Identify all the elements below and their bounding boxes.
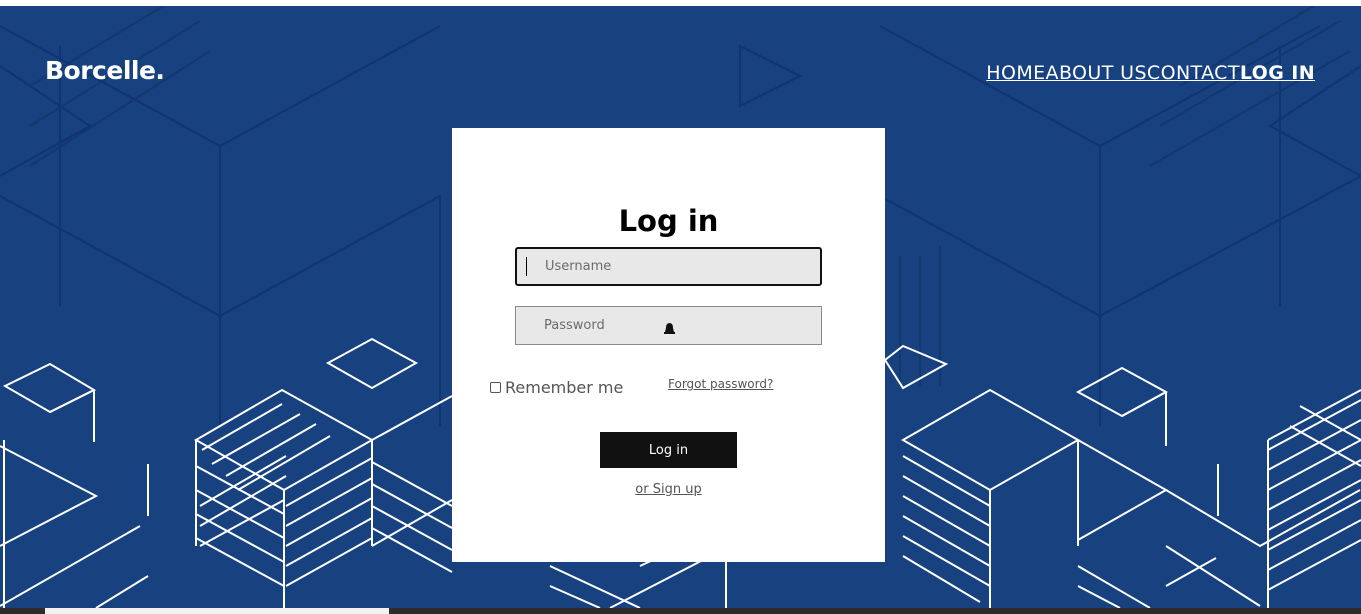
login-card: Log in Remember me Forgot password? Log …	[452, 128, 885, 562]
hero-background: Borcelle. HOME ABOUT US CONTACT LOG IN L…	[0, 6, 1361, 608]
bottom-bar-highlight	[45, 608, 389, 614]
forgot-password-link[interactable]: Forgot password?	[668, 377, 773, 391]
lock-icon	[664, 323, 675, 334]
nav-contact[interactable]: CONTACT	[1147, 62, 1240, 84]
remember-me-label[interactable]: Remember me	[505, 378, 623, 397]
bottom-bar	[0, 608, 1361, 614]
login-title: Log in	[618, 204, 719, 238]
remember-me-checkbox[interactable]	[490, 382, 501, 393]
signup-link[interactable]: or Sign up	[635, 482, 701, 497]
nav-log-in[interactable]: LOG IN	[1240, 62, 1315, 84]
brand-logo[interactable]: Borcelle.	[45, 56, 165, 85]
nav-about-us[interactable]: ABOUT US	[1046, 62, 1147, 84]
remember-me: Remember me	[490, 378, 623, 397]
login-button[interactable]: Log in	[600, 432, 737, 468]
signup-area: or Sign up	[452, 482, 885, 497]
text-caret	[526, 257, 527, 276]
nav-home[interactable]: HOME	[986, 62, 1045, 84]
top-nav: HOME ABOUT US CONTACT LOG IN	[986, 62, 1315, 84]
username-input[interactable]	[515, 247, 822, 286]
